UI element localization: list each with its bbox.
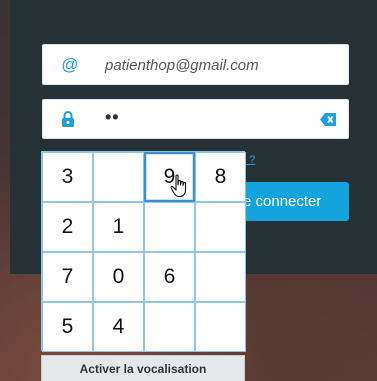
at-icon: @ xyxy=(61,55,79,74)
hand-cursor-icon xyxy=(170,174,187,198)
keypad-key[interactable]: 6 xyxy=(144,252,195,302)
keypad-key[interactable]: 1 xyxy=(93,202,144,252)
keypad-key[interactable]: 0 xyxy=(93,252,144,302)
activate-vocalisation-button[interactable]: Activer la vocalisation xyxy=(41,355,245,381)
keypad-key-active[interactable]: 9 xyxy=(144,152,195,202)
keypad-key[interactable]: 4 xyxy=(93,302,144,352)
keypad-key-empty[interactable] xyxy=(144,202,195,252)
keypad-key[interactable]: 2 xyxy=(42,202,93,252)
backspace-icon[interactable] xyxy=(320,113,336,126)
password-field[interactable]: •• xyxy=(42,99,349,139)
lock-icon xyxy=(62,111,74,127)
keypad-key-empty[interactable] xyxy=(195,202,246,252)
keypad-key[interactable]: 7 xyxy=(42,252,93,302)
keypad-key-empty[interactable] xyxy=(144,302,195,352)
email-value: patienthop@gmail.com xyxy=(105,57,259,74)
keypad-key[interactable]: 8 xyxy=(195,152,246,202)
keypad-key[interactable]: 3 xyxy=(42,152,93,202)
virtual-keypad: 3 9 8 2 1 7 0 6 5 4 xyxy=(41,151,246,352)
keypad-key-empty[interactable] xyxy=(195,302,246,352)
email-field[interactable]: @ patienthop@gmail.com xyxy=(42,44,349,85)
keypad-key-empty[interactable] xyxy=(93,152,144,202)
keypad-key[interactable]: 5 xyxy=(42,302,93,352)
login-button[interactable]: e connecter xyxy=(232,182,349,221)
password-mask: •• xyxy=(105,107,120,127)
keypad-key-empty[interactable] xyxy=(195,252,246,302)
